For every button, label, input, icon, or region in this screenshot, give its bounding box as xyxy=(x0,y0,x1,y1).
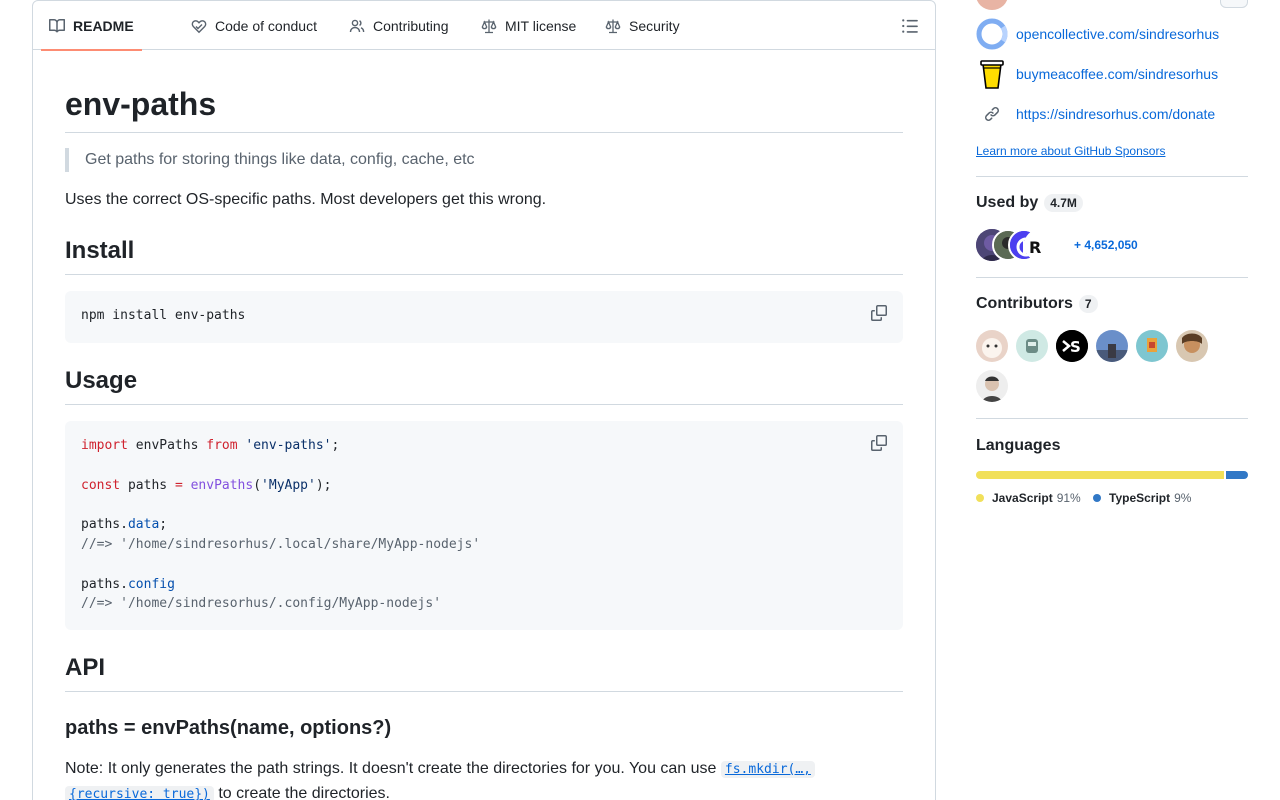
api-note: Note: It only generates the path strings… xyxy=(65,757,903,800)
copy-icon[interactable] xyxy=(871,305,887,321)
divider xyxy=(976,176,1248,177)
tab-label: Contributing xyxy=(373,17,449,34)
divider xyxy=(65,274,903,275)
opencollective-icon xyxy=(976,18,1008,50)
contributor-avatar[interactable] xyxy=(1016,330,1048,362)
contributors-heading[interactable]: Contributors 7 xyxy=(976,295,1098,313)
readme-tagline: Get paths for storing things like data, … xyxy=(65,148,475,172)
api-heading: API xyxy=(65,654,106,681)
sponsor-button-partial[interactable] xyxy=(1220,0,1248,8)
contributor-avatar[interactable] xyxy=(1096,330,1128,362)
javascript-bar-segment xyxy=(976,471,1224,479)
link-icon xyxy=(976,98,1008,130)
divider xyxy=(65,404,903,405)
svg-text:R: R xyxy=(1029,238,1041,257)
tab-label: Security xyxy=(629,17,680,34)
javascript-dot xyxy=(976,494,984,502)
sponsor-avatar-partial xyxy=(976,0,1008,10)
readme-tab-bar: README Code of conduct Contributing MIT … xyxy=(33,1,935,51)
contributor-avatar[interactable]: S xyxy=(1056,330,1088,362)
tab-label: README xyxy=(73,17,134,34)
learn-more-sponsors-link[interactable]: Learn more about GitHub Sponsors xyxy=(976,144,1165,158)
languages-heading: Languages xyxy=(976,437,1061,454)
tab-label: MIT license xyxy=(505,17,577,34)
table-of-contents-icon[interactable] xyxy=(901,17,919,35)
law-icon xyxy=(481,19,497,33)
language-javascript[interactable]: JavaScript 91% xyxy=(976,491,1081,505)
typescript-bar-segment xyxy=(1225,471,1248,479)
install-command: npm install env-paths xyxy=(81,308,246,323)
divider xyxy=(65,691,903,692)
contributors-count: 7 xyxy=(1078,295,1098,313)
tab-security[interactable]: Security xyxy=(605,1,680,50)
fs-mkdir-link[interactable]: {recursive: true}) xyxy=(65,786,214,800)
usage-heading: Usage xyxy=(65,367,138,394)
used-by-count: 4.7M xyxy=(1044,194,1083,212)
book-icon xyxy=(49,18,65,32)
people-icon xyxy=(349,19,365,32)
divider xyxy=(976,277,1248,278)
copy-icon[interactable] xyxy=(871,435,887,451)
usage-code: import envPaths from 'env-paths'; const … xyxy=(81,438,481,612)
sponsor-link-buymeacoffee[interactable]: buymeacoffee.com/sindresorhus xyxy=(976,58,1218,90)
typescript-dot xyxy=(1093,494,1101,502)
usage-code-block: import envPaths from 'env-paths'; const … xyxy=(65,421,903,630)
language-bar xyxy=(976,471,1248,479)
svg-text:S: S xyxy=(1070,338,1081,356)
tab-code-of-conduct[interactable]: Code of conduct xyxy=(191,1,317,50)
divider xyxy=(976,418,1248,419)
api-subheading: paths = envPaths(name, options?) xyxy=(65,717,392,739)
contributor-avatar[interactable] xyxy=(976,330,1008,362)
tab-mit-license[interactable]: MIT license xyxy=(481,1,576,50)
avatar[interactable]: R xyxy=(1024,229,1056,261)
tab-readme[interactable]: README xyxy=(41,1,142,51)
used-by-heading[interactable]: Used by 4.7M xyxy=(976,194,1083,212)
fs-mkdir-link[interactable]: fs.mkdir(…, xyxy=(720,761,815,778)
readme-title: env-paths xyxy=(65,86,217,122)
readme-container: README Code of conduct Contributing MIT … xyxy=(32,0,936,800)
law-icon xyxy=(605,19,621,33)
contributor-avatar[interactable] xyxy=(976,370,1008,402)
divider xyxy=(65,132,903,133)
contributor-avatar[interactable] xyxy=(1176,330,1208,362)
language-typescript[interactable]: TypeScript 9% xyxy=(1093,491,1191,505)
readme-intro: Uses the correct OS-specific paths. Most… xyxy=(65,191,547,208)
tab-label: Code of conduct xyxy=(215,17,317,34)
buymeacoffee-icon xyxy=(976,58,1008,90)
install-heading: Install xyxy=(65,237,135,264)
used-by-more-link[interactable]: + 4,652,050 xyxy=(1074,238,1138,252)
code-of-conduct-icon xyxy=(191,19,207,33)
sponsor-link-opencollective[interactable]: opencollective.com/sindresorhus xyxy=(976,18,1219,50)
install-code-block: npm install env-paths xyxy=(65,291,903,343)
sponsor-link-donate[interactable]: https://sindresorhus.com/donate xyxy=(976,98,1215,130)
tab-contributing[interactable]: Contributing xyxy=(349,1,449,50)
contributor-avatar[interactable] xyxy=(1136,330,1168,362)
